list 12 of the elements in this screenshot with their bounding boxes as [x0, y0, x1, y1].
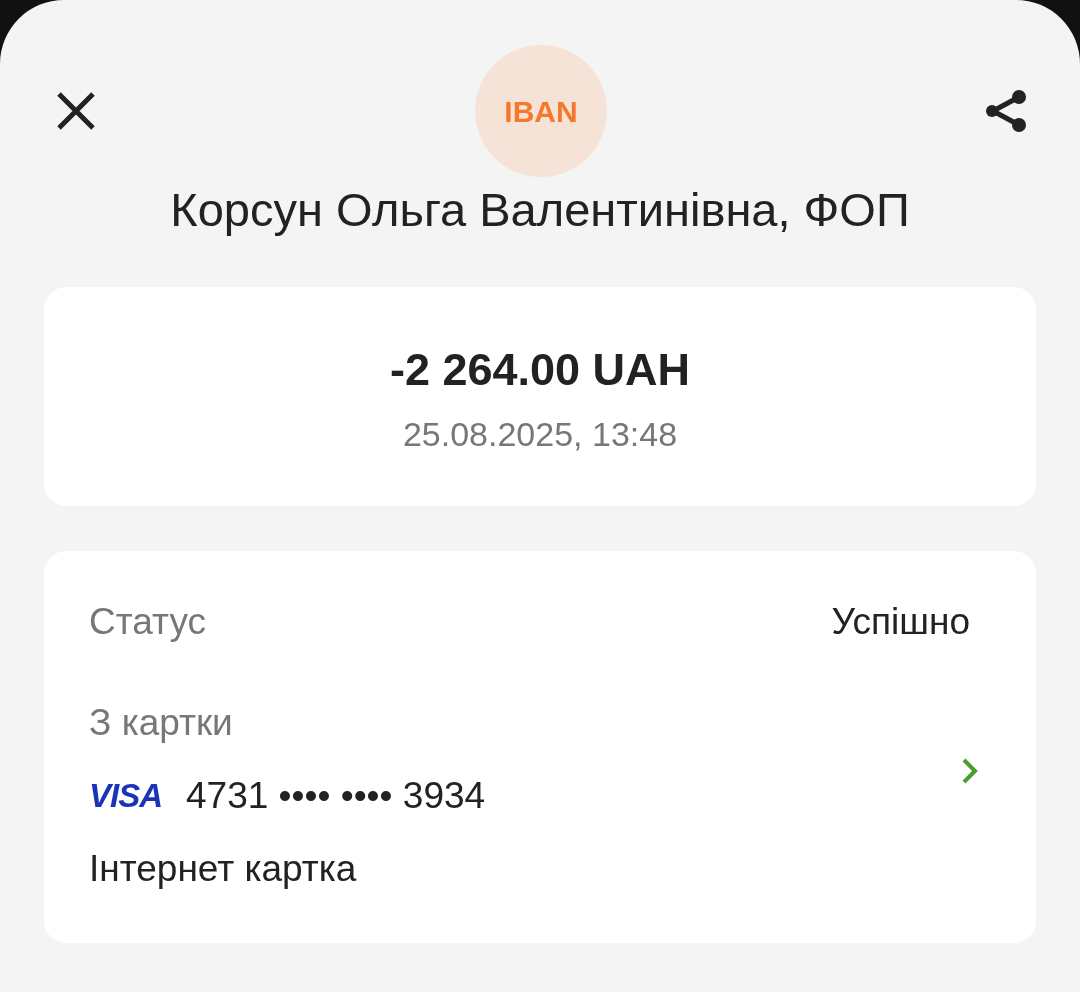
source-label: З картки — [89, 704, 234, 741]
recipient-name: Корсун Ольга Валентинівна, ФОП — [170, 183, 910, 236]
card-brand-logo: VISA — [89, 779, 163, 812]
card-name: Інтернет картка — [89, 850, 358, 887]
iban-avatar: IBAN — [475, 45, 607, 177]
status-label: Статус — [89, 603, 206, 640]
card-number: 4731 •••• •••• 3934 — [186, 777, 486, 814]
datetime-text: 25.08.2025, 13:48 — [402, 417, 678, 451]
status-value: Успішно — [831, 603, 970, 640]
chevron-right-icon[interactable] — [962, 757, 978, 784]
amount-text: -2 264.00 UAH — [389, 347, 691, 392]
share-icon[interactable] — [984, 89, 1028, 133]
